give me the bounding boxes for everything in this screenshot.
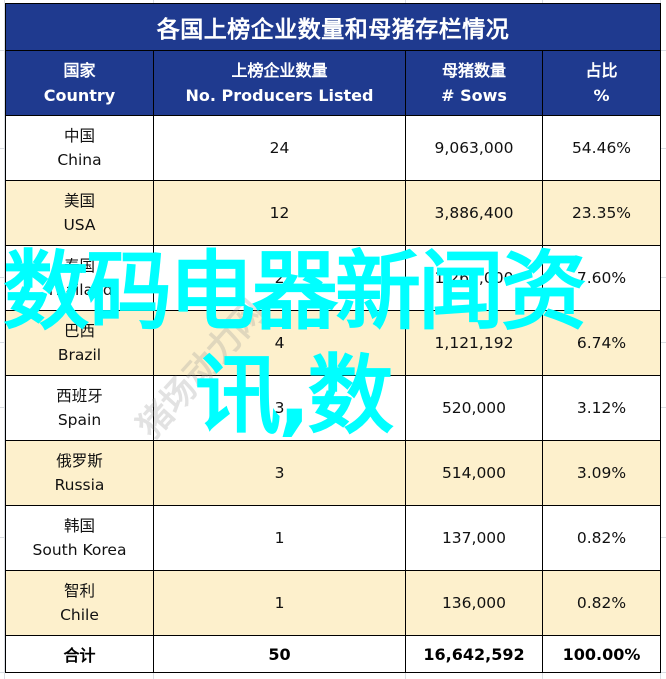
column-header-country: 国家 Country (5, 50, 154, 116)
header-en: No. Producers Listed (185, 86, 374, 105)
country-cn: 泰国 (63, 257, 95, 275)
cell-country: 俄罗斯 Russia (5, 440, 154, 506)
total-row: 合计 50 16,642,592 100.00% (5, 635, 661, 673)
header-cn: 国家 (63, 61, 96, 80)
table-row: 西班牙 Spain 3 520,000 3.12% (5, 375, 661, 441)
header-cn: 上榜企业数量 (231, 61, 328, 80)
table-row: 巴西 Brazil 4 1,121,192 6.74% (5, 310, 661, 376)
cell-sows: 136,000 (405, 570, 543, 636)
cell-country: 巴西 Brazil (5, 310, 154, 376)
cell-sows: 9,063,000 (405, 115, 543, 181)
cell-country: 泰国 Thailand (5, 245, 154, 311)
total-label: 合计 (5, 635, 154, 673)
column-header-row: 国家 Country 上榜企业数量 No. Producers Listed 母… (5, 50, 661, 116)
table-row: 泰国 Thailand 2 1,265,000 7.60% (5, 245, 661, 311)
cell-sows: 520,000 (405, 375, 543, 441)
table-title: 各国上榜企业数量和母猪存栏情况 (5, 3, 661, 51)
cell-share: 7.60% (542, 245, 661, 311)
column-header-producers: 上榜企业数量 No. Producers Listed (153, 50, 406, 116)
cell-producers: 12 (153, 180, 406, 246)
country-en: Chile (60, 606, 99, 624)
column-header-share: 占比 % (542, 50, 661, 116)
country-cn: 韩国 (63, 517, 95, 535)
header-en: # Sows (441, 86, 507, 105)
cell-sows: 1,265,000 (405, 245, 543, 311)
cell-producers: 1 (153, 505, 406, 571)
table-title-row: 各国上榜企业数量和母猪存栏情况 (5, 3, 661, 51)
header-cn: 母猪数量 (441, 61, 506, 80)
cell-sows: 137,000 (405, 505, 543, 571)
total-share: 100.00% (542, 635, 661, 673)
cell-producers: 3 (153, 375, 406, 441)
country-en: Brazil (57, 346, 102, 364)
cell-country: 美国 USA (5, 180, 154, 246)
total-sows: 16,642,592 (405, 635, 543, 673)
cell-producers: 1 (153, 570, 406, 636)
header-en: Country (43, 86, 116, 105)
cell-producers: 3 (153, 440, 406, 506)
sow-inventory-table: 各国上榜企业数量和母猪存栏情况 国家 Country 上榜企业数量 No. Pr… (5, 3, 661, 673)
cell-producers: 2 (153, 245, 406, 311)
cell-country: 西班牙 Spain (5, 375, 154, 441)
cell-country: 韩国 South Korea (5, 505, 154, 571)
cell-share: 3.12% (542, 375, 661, 441)
total-producers: 50 (153, 635, 406, 673)
cell-country: 智利 Chile (5, 570, 154, 636)
table-row: 俄罗斯 Russia 3 514,000 3.09% (5, 440, 661, 506)
cell-share: 6.74% (542, 310, 661, 376)
cell-sows: 1,121,192 (405, 310, 543, 376)
cell-producers: 24 (153, 115, 406, 181)
header-en: % (593, 86, 610, 105)
country-en: Spain (57, 411, 102, 429)
country-en: USA (63, 216, 96, 234)
country-cn: 中国 (63, 127, 95, 145)
country-cn: 巴西 (63, 322, 95, 340)
table-row: 中国 China 24 9,063,000 54.46% (5, 115, 661, 181)
country-cn: 俄罗斯 (56, 452, 103, 470)
cell-share: 23.35% (542, 180, 661, 246)
country-cn: 西班牙 (56, 387, 103, 405)
country-en: Thailand (46, 281, 113, 299)
cell-share: 0.82% (542, 505, 661, 571)
cell-country: 中国 China (5, 115, 154, 181)
cell-share: 0.82% (542, 570, 661, 636)
table-row: 美国 USA 12 3,886,400 23.35% (5, 180, 661, 246)
country-en: China (57, 151, 102, 169)
country-cn: 美国 (63, 192, 95, 210)
cell-producers: 4 (153, 310, 406, 376)
country-cn: 智利 (63, 582, 95, 600)
table-row: 韩国 South Korea 1 137,000 0.82% (5, 505, 661, 571)
column-header-sows: 母猪数量 # Sows (405, 50, 543, 116)
country-en: Russia (54, 476, 105, 494)
table-row: 智利 Chile 1 136,000 0.82% (5, 570, 661, 636)
header-cn: 占比 (585, 61, 618, 80)
country-en: South Korea (32, 541, 127, 559)
cell-share: 54.46% (542, 115, 661, 181)
cell-sows: 3,886,400 (405, 180, 543, 246)
cell-share: 3.09% (542, 440, 661, 506)
cell-sows: 514,000 (405, 440, 543, 506)
